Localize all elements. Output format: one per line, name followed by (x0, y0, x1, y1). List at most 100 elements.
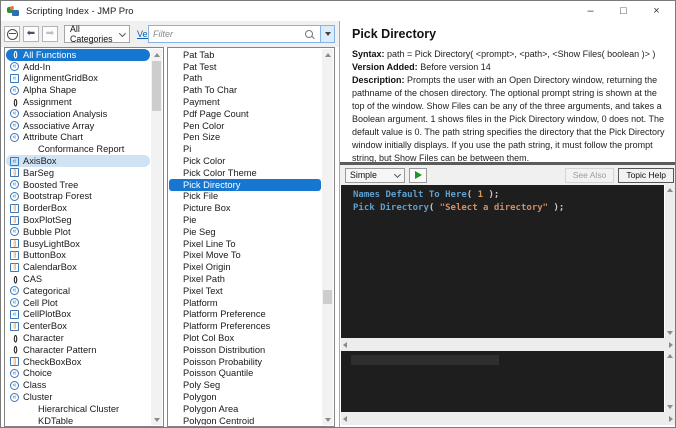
log-output-area[interactable] (341, 351, 664, 412)
see-also-button[interactable]: See Also (564, 167, 615, 183)
list-item[interactable]: « AlignmentGridBox (6, 73, 151, 85)
list-item[interactable]: Pat Tab (169, 49, 322, 61)
list-item[interactable]: Pick Color Theme (169, 167, 322, 179)
list-item[interactable]: [] ButtonBox (6, 250, 151, 262)
list-item[interactable]: « Choice (6, 368, 151, 380)
list-item[interactable]: Polygon (169, 391, 322, 403)
list-item[interactable]: « AxisBox (6, 155, 150, 167)
log-scrollbar[interactable] (665, 351, 675, 412)
scroll-right-icon[interactable] (669, 412, 673, 425)
forward-button[interactable]: ➡ (42, 26, 58, 42)
list-item[interactable]: [] CenterBox (6, 320, 151, 332)
list-item[interactable]: () CAS (6, 273, 151, 285)
list-item[interactable]: Pick Color (169, 155, 322, 167)
scroll-up-icon[interactable] (322, 49, 333, 60)
list-item[interactable]: Poisson Quantile (169, 368, 322, 380)
scroll-right-icon[interactable] (669, 338, 673, 351)
list-item[interactable]: « CellPlotBox (6, 309, 151, 321)
list-item[interactable]: « Class (6, 379, 151, 391)
scroll-down-icon[interactable] (665, 328, 675, 338)
list-item[interactable]: Conformance Report (6, 143, 151, 155)
list-item[interactable]: Pixel Line To (169, 238, 322, 250)
scrollbar-thumb[interactable] (152, 61, 161, 111)
list-item[interactable]: Plot Col Box (169, 332, 322, 344)
scroll-up-icon[interactable] (151, 49, 162, 60)
list-item[interactable]: « Alpha Shape (6, 84, 151, 96)
log-hscrollbar[interactable] (341, 412, 675, 425)
list-item[interactable]: « Associative Array (6, 120, 151, 132)
close-button[interactable]: × (640, 1, 673, 21)
scroll-up-icon[interactable] (665, 351, 675, 361)
list-item[interactable]: « Add-In (6, 61, 151, 73)
minimize-button[interactable]: – (574, 1, 607, 21)
list-item[interactable]: « Association Analysis (6, 108, 151, 120)
list-item[interactable]: Polygon Centroid (169, 415, 322, 425)
back-button[interactable]: ⬅ (23, 26, 39, 42)
list-item[interactable]: () Character Pattern (6, 344, 151, 356)
list-item[interactable]: Poisson Distribution (169, 344, 322, 356)
list-item[interactable]: « Cluster (6, 391, 151, 403)
scroll-up-icon[interactable] (665, 185, 675, 195)
run-script-button[interactable] (409, 167, 427, 183)
list-item[interactable]: Hierarchical Cluster (6, 403, 151, 415)
scroll-down-icon[interactable] (665, 402, 675, 412)
list-item[interactable]: [] CalendarBox (6, 261, 151, 273)
maximize-button[interactable]: □ (607, 1, 640, 21)
list-item[interactable]: Pdf Page Count (169, 108, 322, 120)
topic-help-button[interactable]: Topic Help (618, 167, 674, 183)
list-item[interactable]: KDTable (6, 415, 151, 425)
scroll-down-icon[interactable] (322, 414, 333, 425)
list-item[interactable]: Polygon Area (169, 403, 322, 415)
collapse-button[interactable] (4, 26, 20, 42)
example-code-editor[interactable]: Names Default To Here( 1 ); Pick Director… (341, 185, 664, 338)
list-item[interactable]: Pixel Path (169, 273, 322, 285)
list-item[interactable]: Path (169, 73, 322, 85)
scroll-left-icon[interactable] (343, 412, 347, 425)
scrollbar-thumb[interactable] (323, 290, 332, 304)
list-item[interactable]: « Attribute Chart (6, 132, 151, 144)
list-item[interactable]: Pie (169, 214, 322, 226)
filter-dropdown-button[interactable] (320, 26, 334, 42)
list-item[interactable]: « Cell Plot (6, 297, 151, 309)
category-list-scrollbar[interactable] (151, 49, 162, 425)
list-item[interactable]: () Character (6, 332, 151, 344)
list-item[interactable]: [] BorderBox (6, 202, 151, 214)
list-item[interactable]: « Categorical (6, 285, 151, 297)
example-mode-dropdown[interactable]: Simple (345, 167, 405, 183)
list-item[interactable]: [] CheckBoxBox (6, 356, 151, 368)
list-item[interactable]: Path To Char (169, 84, 322, 96)
list-item[interactable]: Pick Directory (169, 178, 321, 191)
list-item[interactable]: Pen Size (169, 132, 322, 144)
list-item[interactable]: Pie Seg (169, 226, 322, 238)
list-item[interactable]: Pi (169, 143, 322, 155)
scroll-down-icon[interactable] (151, 414, 162, 425)
list-item[interactable]: Pick File (169, 191, 322, 203)
list-item[interactable]: Pixel Move To (169, 250, 322, 262)
category-list: () All Functions «Add-In «AlignmentGridBox «… (4, 47, 164, 427)
editor-hscrollbar[interactable] (341, 338, 675, 351)
item-list-scrollbar[interactable] (322, 49, 333, 425)
list-item[interactable]: Platform (169, 297, 322, 309)
list-item[interactable]: Poisson Probability (169, 356, 322, 368)
list-item[interactable]: () Assignment (6, 96, 151, 108)
list-item[interactable]: Pixel Origin (169, 261, 322, 273)
list-item[interactable]: Pat Test (169, 61, 322, 73)
list-item[interactable]: Pen Color (169, 120, 322, 132)
list-item[interactable]: [] BoxPlotSeg (6, 214, 151, 226)
editor-scrollbar[interactable] (665, 185, 675, 338)
list-item[interactable]: Picture Box (169, 202, 322, 214)
list-item[interactable]: [] BarSeg (6, 167, 151, 179)
scroll-left-icon[interactable] (343, 338, 347, 351)
list-item[interactable]: « Bootstrap Forest (6, 191, 151, 203)
list-item[interactable]: Platform Preference (169, 309, 322, 321)
list-item[interactable]: Pixel Text (169, 285, 322, 297)
list-item[interactable]: « Boosted Tree (6, 179, 151, 191)
list-item[interactable]: Platform Preferences (169, 320, 322, 332)
list-item[interactable]: [] BusyLightBox (6, 238, 151, 250)
filter-input[interactable] (149, 29, 305, 39)
list-item[interactable]: Poly Seg (169, 379, 322, 391)
list-item[interactable]: « Bubble Plot (6, 226, 151, 238)
category-dropdown[interactable]: All Categories (64, 24, 130, 44)
list-item[interactable]: Payment (169, 96, 322, 108)
list-item[interactable]: () All Functions (6, 49, 150, 61)
